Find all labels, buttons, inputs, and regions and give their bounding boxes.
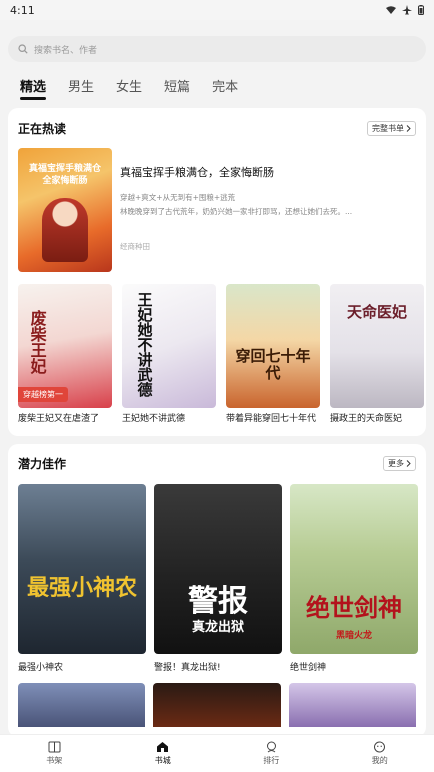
rank-badge: 穿越榜第一 bbox=[18, 387, 68, 402]
nav-label: 排行 bbox=[263, 756, 280, 765]
book-description: 林晚晚穿到了古代荒年，奶奶兴她一家非打即骂，还想让她们去死。... bbox=[120, 207, 353, 216]
full-list-label: 完整书单 bbox=[372, 123, 404, 133]
tab-completed[interactable]: 完本 bbox=[212, 76, 238, 99]
cover-title: 绝世剑神 bbox=[306, 593, 402, 622]
book-title: 王妃她不讲武德 bbox=[122, 414, 186, 424]
nav-label: 我的 bbox=[371, 756, 388, 765]
book-item[interactable]: 废柴王妃 穿越榜第一 废柴王妃又在虐渣了 bbox=[18, 284, 112, 426]
cover-illustration bbox=[42, 198, 88, 262]
search-icon bbox=[18, 44, 28, 54]
book-category: 经商种田 bbox=[120, 242, 150, 251]
category-tabs: 精选 男生 女生 短篇 完本 bbox=[0, 62, 434, 108]
book-item[interactable]: 绝世剑神 黑暗火龙 绝世剑神 bbox=[290, 483, 418, 673]
section-title: 潜力佳作 bbox=[18, 457, 67, 472]
cover-subtitle: 黑暗火龙 bbox=[335, 630, 372, 641]
home-icon bbox=[157, 742, 169, 752]
search-placeholder: 搜索书名、作者 bbox=[34, 45, 98, 56]
section-title: 正在热读 bbox=[18, 121, 67, 136]
cover-title: 天命医妃 bbox=[346, 303, 407, 321]
book-title: 警报！真龙出狱! bbox=[154, 662, 221, 673]
book-cover[interactable] bbox=[18, 682, 146, 727]
book-cover: 穿回七十年代 bbox=[226, 284, 320, 408]
tab-short[interactable]: 短篇 bbox=[164, 76, 190, 99]
book-cover[interactable] bbox=[288, 682, 416, 727]
profile-icon bbox=[374, 741, 386, 753]
book-cover: 警报 真龙出狱 bbox=[154, 483, 282, 654]
cover-title: 真福宝挥手粮满仓 全家悔断肠 bbox=[28, 164, 101, 186]
tab-female[interactable]: 女生 bbox=[116, 76, 142, 99]
cover-title: 穿回七十年代 bbox=[235, 347, 311, 382]
battery-icon bbox=[418, 5, 424, 15]
cover-title: 最强小神农 bbox=[26, 575, 137, 601]
nav-ranking[interactable]: 排行 bbox=[217, 735, 326, 772]
airplane-icon bbox=[402, 5, 412, 15]
book-title: 绝世剑神 bbox=[290, 662, 327, 673]
book-cover: 王妃她不讲武德 bbox=[122, 284, 216, 408]
chevron-right-icon bbox=[406, 460, 411, 468]
tab-male[interactable]: 男生 bbox=[68, 76, 94, 99]
full-list-button[interactable]: 完整书单 bbox=[367, 120, 416, 136]
book-cover[interactable] bbox=[153, 682, 281, 727]
nav-label: 书架 bbox=[46, 756, 63, 765]
book-title: 带着异能穿回七十年代 bbox=[226, 414, 317, 424]
nav-bookstore[interactable]: 书城 bbox=[109, 735, 218, 772]
book-item[interactable]: 穿回七十年代 带着异能穿回七十年代 bbox=[226, 284, 320, 426]
book-item[interactable]: 天命医妃 摄政王的天命医妃 bbox=[330, 284, 424, 426]
book-title: 废柴王妃又在虐渣了 bbox=[18, 414, 100, 424]
cover-title: 警报 bbox=[188, 583, 248, 619]
cover-title: 王妃她不讲武德 bbox=[135, 292, 154, 397]
book-item[interactable]: 最强小神农 最强小神农 bbox=[18, 483, 146, 673]
cover-subtitle: 真龙出狱 bbox=[191, 619, 244, 635]
bottom-nav: 书架 书城 排行 我的 bbox=[0, 734, 434, 772]
book-cover: 绝世剑神 黑暗火龙 bbox=[290, 483, 418, 654]
book-item[interactable]: 警报 真龙出狱 警报！真龙出狱! bbox=[154, 483, 282, 673]
book-cover: 真福宝挥手粮满仓 全家悔断肠 bbox=[18, 148, 112, 272]
hot-reading-section: 正在热读 完整书单 真福宝挥手粮满仓 全家悔断肠 真福宝挥手粮满仓，全家悔断肠 … bbox=[8, 108, 426, 436]
book-title: 真福宝挥手粮满仓，全家悔断肠 bbox=[120, 166, 274, 179]
featured-book[interactable]: 真福宝挥手粮满仓 全家悔断肠 真福宝挥手粮满仓，全家悔断肠 穿越+爽文+从无到有… bbox=[18, 148, 416, 272]
status-bar: 4:11 bbox=[0, 0, 434, 20]
book-cover: 最强小神农 bbox=[18, 483, 146, 654]
search-input[interactable]: 搜索书名、作者 bbox=[8, 36, 426, 62]
book-item[interactable]: 王妃她不讲武德 王妃她不讲武德 bbox=[122, 284, 216, 426]
nav-label: 书城 bbox=[154, 756, 171, 765]
book-icon bbox=[48, 741, 61, 753]
book-cover: 天命医妃 bbox=[330, 284, 424, 408]
book-title: 最强小神农 bbox=[18, 662, 64, 673]
potential-section: 潜力佳作 更多 最强小神农 最强小神农 警报 真龙出狱 警报！真龙出狱! 绝世剑… bbox=[8, 443, 426, 737]
more-label: 更多 bbox=[388, 459, 404, 469]
chevron-right-icon bbox=[406, 124, 411, 132]
wifi-icon bbox=[386, 5, 396, 14]
tab-featured[interactable]: 精选 bbox=[20, 76, 47, 100]
book-cover: 废柴王妃 穿越榜第一 bbox=[18, 284, 112, 408]
rank-icon bbox=[266, 741, 276, 753]
cover-title: 废柴王妃 bbox=[27, 310, 47, 374]
book-tags: 穿越+爽文+从无到有+囤粮+逃荒 bbox=[120, 193, 236, 202]
nav-profile[interactable]: 我的 bbox=[326, 735, 434, 772]
status-icons bbox=[386, 5, 424, 15]
status-time: 4:11 bbox=[10, 3, 35, 17]
book-title: 摄政王的天命医妃 bbox=[330, 414, 403, 424]
nav-bookshelf[interactable]: 书架 bbox=[0, 735, 109, 772]
more-button[interactable]: 更多 bbox=[383, 456, 416, 472]
